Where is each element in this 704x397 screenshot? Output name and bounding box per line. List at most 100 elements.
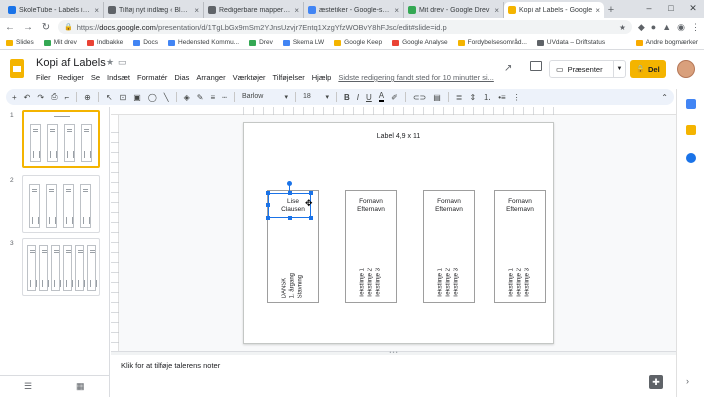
comments-icon[interactable] [530,61,542,71]
collapse-toolbar-icon[interactable]: ⌃ [661,93,668,102]
line-spacing-icon[interactable]: ⇕ [469,93,476,102]
speaker-notes-placeholder[interactable]: Klik for at tilføje talerens noter [121,361,220,370]
redo-icon[interactable]: ↷ [37,93,44,102]
label-card[interactable]: Fornavn Efternavn Tekstlinje 1 Tekstlinj… [423,190,475,303]
rotate-handle[interactable] [287,181,292,186]
menu-item-filer[interactable]: Filer [36,73,51,82]
label-text-lines[interactable]: Tekstlinje 1 Tekstlinje 2 Tekstlinje 3 [438,268,461,298]
menu-item-arranger[interactable]: Arranger [196,73,225,82]
slide-thumbnail[interactable] [22,175,100,233]
textbox-icon[interactable]: ⊡ [120,93,127,102]
extension-icon[interactable]: ▲ [662,22,671,32]
font-size-select[interactable]: 18 ▾ [303,93,329,101]
label-card[interactable]: Fornavn Efternavn Tekstlinje 1 Tekstlinj… [345,190,397,303]
forward-icon[interactable]: → [22,22,34,33]
url-input[interactable]: 🔒 https://docs.google.com/presentation/d… [58,20,632,34]
browser-tab[interactable]: SkoleTube - Labels inclu × [4,2,104,18]
bookmark-item[interactable]: Google Keep [334,39,382,46]
resize-handle[interactable] [266,216,270,220]
explore-button[interactable]: ✚ [649,375,663,389]
label-name[interactable]: Fornavn Efternavn [424,198,474,214]
maximize-icon[interactable]: □ [660,0,682,16]
bookmark-item[interactable]: Drev [249,39,273,46]
resize-handle[interactable] [309,191,313,195]
slide-thumbnail[interactable] [22,238,100,296]
font-family-select[interactable]: Barlow ▾ [242,93,288,101]
browser-tab-active[interactable]: Kopi af Labels - Google × [504,2,604,18]
activity-trend-icon[interactable]: ↗ [504,63,512,74]
menu-item-indsaet[interactable]: Indsæt [107,73,130,82]
menu-item-formater[interactable]: Formatér [137,73,167,82]
bookmark-item[interactable]: Skema LW [282,39,324,46]
resize-handle[interactable] [309,216,313,220]
keep-icon[interactable] [686,125,696,135]
bookmark-item[interactable]: Docs [133,39,158,46]
resize-handle[interactable] [266,203,270,207]
slide-thumbnail-row[interactable]: 1 [0,110,110,170]
tab-close-icon[interactable]: × [394,6,399,15]
shape-icon[interactable]: ◯ [148,93,157,102]
label-card[interactable]: Fornavn Efternavn Tekstlinje 1 Tekstlinj… [494,190,546,303]
tab-close-icon[interactable]: × [294,6,299,15]
extension-icon[interactable]: ◆ [638,22,645,33]
bookmark-item[interactable]: Mit drev [43,39,77,46]
paint-format-icon[interactable]: ⌐ [64,93,69,102]
label-text-lines[interactable]: Tekstlinje 1 Tekstlinje 2 Tekstlinje 3 [360,268,383,298]
slide-thumbnail[interactable] [22,110,100,168]
grid-view-icon[interactable]: ▦ [76,381,85,392]
underline-button[interactable]: U [366,93,372,102]
move-folder-icon[interactable]: ▭ [118,57,127,68]
resize-handle[interactable] [288,216,292,220]
present-button[interactable]: ▭ Præsenter ▼ [549,60,626,78]
label-name[interactable]: Fornavn Efternavn [495,198,545,214]
slide-thumbnail-row[interactable]: 3 [0,238,110,298]
more-options-icon[interactable]: ⋮ [513,93,521,102]
browser-tab[interactable]: Mit drev - Google Drev × [404,2,504,18]
browser-menu-icon[interactable]: ⋮ [691,22,700,33]
back-icon[interactable]: ← [4,22,16,33]
reload-icon[interactable]: ↻ [40,22,52,33]
close-window-icon[interactable]: ✕ [682,0,704,16]
zoom-icon[interactable]: ⊕ [84,93,91,102]
bookmark-item[interactable]: Indbakke [86,39,123,46]
print-icon[interactable]: ⎙ [51,92,57,102]
avatar[interactable] [677,60,695,78]
undo-icon[interactable]: ↶ [24,93,31,102]
bookmark-item[interactable]: Hedensted Kommu... [168,39,239,46]
bulleted-list-icon[interactable]: •≡ [498,93,505,102]
menu-item-tilfojelser[interactable]: Tilføjelser [273,73,305,82]
browser-tab[interactable]: Redigerbare mappery ge × [204,2,304,18]
label-text-lines[interactable]: DANSK 1. årgang Stavning [282,273,305,298]
text-color-button[interactable]: A [378,92,385,102]
link-icon[interactable]: ⊂⊃ [413,93,426,102]
list-view-icon[interactable]: ☰ [24,381,32,392]
slide-thumbnail-row[interactable]: 2 [0,175,110,235]
border-weight-icon[interactable]: ≡ [210,93,215,102]
new-tab-button[interactable]: + [604,2,618,18]
menu-item-dias[interactable]: Dias [174,73,189,82]
resize-handle[interactable] [288,191,292,195]
italic-button[interactable]: I [357,93,359,102]
label-name[interactable]: Fornavn Efternavn [346,198,396,214]
menu-item-se[interactable]: Se [91,73,100,82]
calendar-icon[interactable] [686,99,696,109]
profile-icon[interactable]: ◉ [677,22,685,33]
slides-logo-icon[interactable] [10,59,24,78]
extension-icon[interactable]: ● [651,22,656,32]
browser-tab[interactable]: æstetiker - Google-søgni × [304,2,404,18]
fill-color-icon[interactable]: ◈ [184,93,190,102]
menu-item-rediger[interactable]: Rediger [58,73,84,82]
tab-close-icon[interactable]: × [595,6,600,15]
highlight-icon[interactable]: ✐ [391,93,398,102]
comment-add-icon[interactable]: ▤ [433,93,441,102]
line-icon[interactable]: ╲ [164,93,169,102]
bookmark-star-icon[interactable]: ★ [619,23,626,32]
speaker-notes[interactable]: Klik for at tilføje talerens noter ✚ [111,355,676,397]
bookmark-item[interactable]: UVdata – Driftstatus [536,39,605,46]
slide-title[interactable]: Label 4,9 x 11 [244,133,553,140]
doc-title[interactable]: Kopi af Labels [36,57,106,69]
share-button[interactable]: 🔒 Del [630,60,666,78]
tab-close-icon[interactable]: × [194,6,199,15]
numbered-list-icon[interactable]: ⒈ [483,92,491,103]
last-edit-link[interactable]: Sidste redigering fandt sted for 10 minu… [338,73,494,82]
